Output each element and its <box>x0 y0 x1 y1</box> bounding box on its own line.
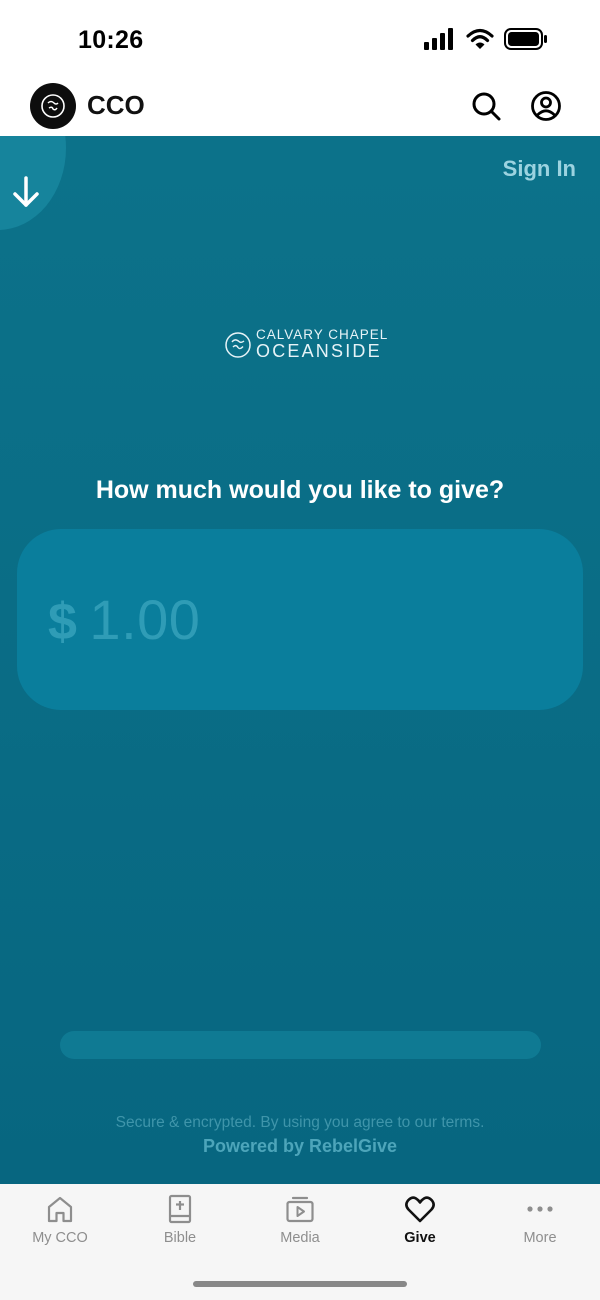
app-header: CCO <box>0 76 600 136</box>
home-indicator[interactable] <box>193 1281 407 1287</box>
tab-my-cco[interactable]: My CCO <box>0 1194 120 1246</box>
give-panel: Sign In CALVARY CHAPEL OCEANSIDE How muc… <box>0 136 600 1184</box>
tab-media[interactable]: Media <box>240 1194 360 1246</box>
church-logo[interactable] <box>30 83 76 129</box>
currency-symbol: $ <box>48 593 78 651</box>
org-name-line2: OCEANSIDE <box>256 341 382 361</box>
tab-label: More <box>523 1230 557 1246</box>
amount-placeholder: $1.00 <box>48 587 200 652</box>
account-icon[interactable] <box>530 90 562 122</box>
give-question: How much would you like to give? <box>95 476 505 504</box>
tab-more[interactable]: More <box>480 1194 600 1246</box>
org-name-line1: CALVARY CHAPEL <box>256 327 389 342</box>
amount-input[interactable]: $1.00 <box>17 529 583 710</box>
tab-label: Give <box>404 1230 436 1246</box>
wifi-icon <box>466 28 494 49</box>
search-icon[interactable] <box>470 90 502 122</box>
app-title: CCO <box>87 90 145 120</box>
heart-icon <box>405 1196 435 1223</box>
tab-give[interactable]: Give <box>360 1194 480 1246</box>
tab-bible[interactable]: Bible <box>120 1194 240 1246</box>
dove-logo-icon <box>225 331 251 358</box>
status-bar: 10:26 <box>0 0 600 76</box>
dove-logo-icon <box>41 94 65 118</box>
terms-note[interactable]: Secure & encrypted. By using you agree t… <box>0 1114 600 1132</box>
home-icon <box>47 1196 73 1223</box>
tab-label: Bible <box>163 1230 197 1246</box>
signal-icon <box>424 28 453 50</box>
amount-value: 1.00 <box>89 588 201 651</box>
status-time: 10:26 <box>78 26 144 54</box>
sign-in-link[interactable]: Sign In <box>503 156 576 182</box>
media-icon <box>286 1196 314 1223</box>
org-logo: CALVARY CHAPEL OCEANSIDE <box>224 328 388 361</box>
tab-label: My CCO <box>32 1230 88 1246</box>
bible-icon <box>168 1194 192 1224</box>
more-icon <box>527 1206 553 1212</box>
tab-label: Media <box>280 1230 320 1246</box>
powered-by: Powered by RebelGive <box>202 1136 398 1156</box>
continue-button[interactable] <box>60 1031 541 1059</box>
battery-icon <box>504 28 547 50</box>
status-icons <box>424 28 548 50</box>
arrow-down-icon <box>13 176 39 207</box>
